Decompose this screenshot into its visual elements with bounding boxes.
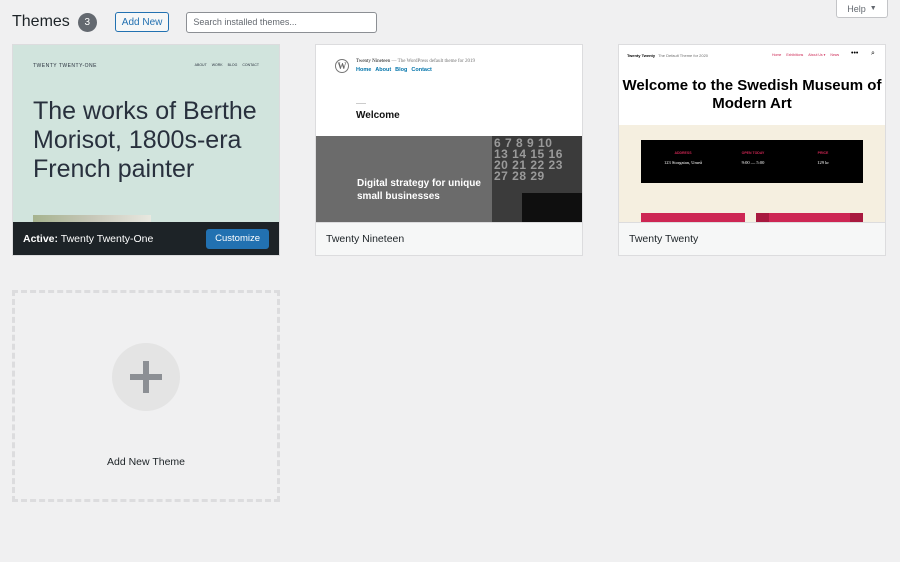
preview-nav-item: BLOG [227,63,238,67]
preview-welcome: Welcome [356,110,400,121]
theme-card-twenty-nineteen[interactable]: W Twenty Nineteen — The WordPress defaul… [315,44,583,256]
page-title: Themes [12,13,70,30]
theme-name: Twenty Nineteen [326,233,405,245]
preview-headline: Welcome to the Swedish Museum of Modern … [622,77,882,112]
theme-name-bar: Twenty Twenty [619,222,885,255]
theme-card-twenty-twenty-one[interactable]: TWENTY TWENTY-ONE ABOUT WORK BLOG CONTAC… [12,44,280,256]
active-prefix: Active: [23,232,59,245]
preview-info-col: ADDRESS 123 Storgatan, Umeå [651,151,715,165]
active-theme-label: Active: Twenty Twenty-One [23,233,153,245]
preview-nav: ABOUT WORK BLOG CONTACT [195,63,259,67]
preview-info-col: PRICE 129 kr [791,151,855,165]
help-label: Help [847,3,866,14]
preview-nav-item: About [375,67,392,73]
preview-tagline: — The WordPress default theme for 2019 [391,59,476,64]
preview-nav-item: ABOUT [194,63,207,67]
preview-nav: Home Exhibitions About Us ▾ News [772,53,839,57]
wordpress-logo-icon: W [335,59,349,73]
add-new-theme-card[interactable]: Add New Theme [12,290,280,502]
more-menu-icon: ••• [851,50,859,57]
preview-info-col: OPEN TODAY 9:00 — 5:00 [721,151,785,165]
preview-info-label: PRICE [817,151,829,155]
theme-name-bar: Twenty Nineteen [316,222,582,255]
theme-count-badge: 3 [77,12,97,32]
search-icon: ⌕ [871,50,875,57]
preview-info-label: ADDRESS [674,151,692,155]
preview-site-name: Twenty Nineteen [356,59,391,64]
preview-site-title: Twenty Twenty The Default Theme for 2020 [627,53,708,58]
preview-info-label: OPEN TODAY [741,151,765,155]
add-new-button[interactable]: Add New [114,12,170,32]
add-new-theme-label: Add New Theme [106,456,185,468]
preview-info-value: 129 kr [817,160,829,165]
preview-nav-item: Blog [395,67,408,73]
preview-nav-item: Contact [411,67,432,73]
theme-name: Twenty Twenty [629,233,699,245]
preview-info-box: ADDRESS 123 Storgatan, Umeå OPEN TODAY 9… [641,140,863,183]
plus-icon [112,343,180,411]
preview-nav-item: Home [356,67,372,73]
preview-nav-item: About Us ▾ [808,53,826,57]
preview-calendar-numbers: 6 7 8 9 10 13 14 15 16 20 21 22 23 27 28… [494,136,563,183]
preview-nav-item: CONTACT [242,63,259,67]
preview-dark-image [522,193,582,223]
help-tab-button[interactable]: Help ▼ [836,0,888,18]
preview-nav: Home About Blog Contact [356,67,432,73]
preview-nav-item: Home [772,53,782,57]
preview-nav-item: Exhibitions [786,53,804,57]
preview-info-value: 123 Storgatan, Umeå [663,160,703,165]
customize-button[interactable]: Customize [206,228,269,249]
theme-screenshot[interactable]: Twenty Twenty The Default Theme for 2020 … [619,45,885,223]
preview-tagline: The Default Theme for 2020 [658,53,709,58]
caret-down-icon: ▼ [869,5,877,12]
preview-site-title: Twenty Nineteen — The WordPress default … [356,59,475,64]
page-header: Themes 3 Add New [12,10,378,34]
preview-nav-item: WORK [211,63,223,67]
preview-headline: The works of Berthe Morisot, 1800s-era F… [33,97,257,183]
preview-site-name: Twenty Twenty [627,53,656,58]
theme-name: Twenty Twenty-One [60,232,154,245]
search-themes-input[interactable] [186,11,378,33]
preview-divider [356,103,366,104]
theme-card-twenty-twenty[interactable]: Twenty Twenty The Default Theme for 2020 … [618,44,886,256]
preview-banner-text: Digital strategy for unique small busine… [357,178,481,202]
preview-nav-item: News [830,53,840,57]
active-theme-bar: Active: Twenty Twenty-One Customize [13,222,279,255]
theme-screenshot[interactable]: W Twenty Nineteen — The WordPress defaul… [316,45,582,223]
theme-screenshot[interactable]: TWENTY TWENTY-ONE ABOUT WORK BLOG CONTAC… [13,45,279,223]
preview-site-title: TWENTY TWENTY-ONE [33,63,97,69]
preview-info-value: 9:00 — 5:00 [741,160,765,165]
